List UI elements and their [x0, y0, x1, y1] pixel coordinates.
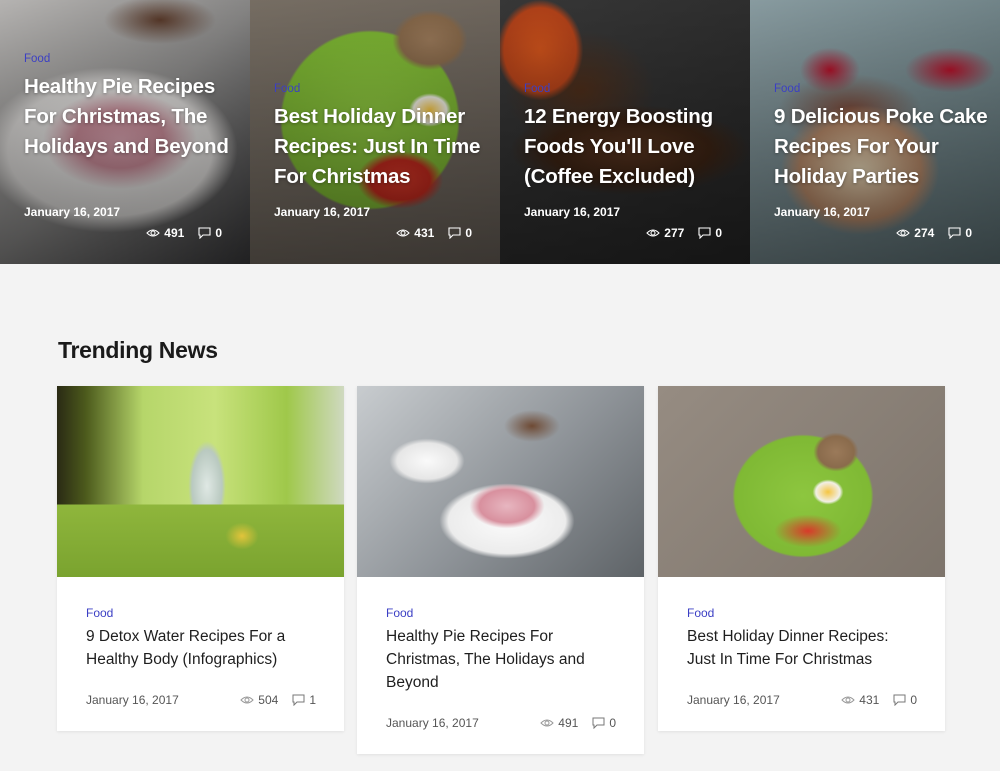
views-value: 274 [914, 226, 935, 240]
post-date: January 16, 2017 [774, 205, 871, 219]
category-link[interactable]: Food [687, 606, 714, 620]
comments-value: 0 [215, 226, 222, 240]
trending-post-card[interactable]: Food Best Holiday Dinner Recipes: Just I… [658, 386, 945, 731]
views-count: 504 [240, 693, 278, 707]
pie-slice-photo[interactable] [357, 386, 644, 577]
comment-icon [948, 227, 961, 239]
comments-count[interactable]: 0 [893, 693, 917, 707]
eye-icon [646, 229, 661, 237]
eye-icon [240, 696, 254, 704]
views-count: 491 [540, 716, 578, 730]
post-title[interactable]: 12 Energy Boosting Foods You'll Love (Co… [524, 102, 740, 192]
post-title[interactable]: Healthy Pie Recipes For Christmas, The H… [24, 72, 240, 162]
comments-count[interactable]: 0 [448, 226, 472, 240]
views-count: 431 [841, 693, 879, 707]
eye-icon [841, 696, 855, 704]
post-meta: 504 1 [240, 693, 316, 707]
section-heading: Trending News [58, 337, 218, 363]
trending-post-card[interactable]: Food 9 Detox Water Recipes For a Healthy… [57, 386, 344, 731]
comments-value: 0 [609, 716, 616, 730]
green-plate-dinner-photo[interactable] [658, 386, 945, 577]
views-count: 277 [646, 226, 684, 240]
category-link[interactable]: Food [774, 83, 800, 95]
comments-value: 0 [465, 226, 472, 240]
views-value: 504 [258, 693, 279, 707]
post-meta: 431 0 [396, 226, 472, 240]
views-value: 491 [164, 226, 185, 240]
eye-icon [146, 229, 161, 237]
eye-icon [896, 229, 911, 237]
comments-count[interactable]: 0 [592, 716, 616, 730]
comments-value: 0 [715, 226, 722, 240]
category-link[interactable]: Food [86, 606, 113, 620]
category-link[interactable]: Food [386, 606, 413, 620]
comments-value: 0 [965, 226, 972, 240]
post-meta: 491 0 [146, 226, 222, 240]
post-meta: 277 0 [646, 226, 722, 240]
category-link[interactable]: Food [274, 83, 300, 95]
comments-count[interactable]: 0 [198, 226, 222, 240]
comments-count[interactable]: 1 [292, 693, 316, 707]
views-value: 431 [859, 693, 880, 707]
views-value: 431 [414, 226, 435, 240]
comment-icon [292, 694, 305, 706]
post-title[interactable]: Healthy Pie Recipes For Christmas, The H… [386, 625, 616, 694]
views-value: 277 [664, 226, 685, 240]
featured-posts-strip: Food Healthy Pie Recipes For Christmas, … [0, 0, 1000, 264]
category-link[interactable]: Food [24, 53, 50, 65]
trending-post-card[interactable]: Food Healthy Pie Recipes For Christmas, … [357, 386, 644, 754]
post-meta: 274 0 [896, 226, 972, 240]
featured-post-card[interactable]: Food 9 Delicious Poke Cake Recipes For Y… [750, 0, 1000, 264]
featured-post-card[interactable]: Food 12 Energy Boosting Foods You'll Lov… [500, 0, 750, 264]
comment-icon [698, 227, 711, 239]
post-meta: 491 0 [540, 716, 616, 730]
comments-count[interactable]: 0 [948, 226, 972, 240]
views-count: 431 [396, 226, 434, 240]
comment-icon [198, 227, 211, 239]
post-date: January 16, 2017 [386, 716, 479, 730]
post-date: January 16, 2017 [687, 693, 780, 707]
views-value: 491 [558, 716, 579, 730]
comments-count[interactable]: 0 [698, 226, 722, 240]
post-date: January 16, 2017 [524, 205, 621, 219]
post-title[interactable]: 9 Detox Water Recipes For a Healthy Body… [86, 625, 316, 671]
category-link[interactable]: Food [524, 83, 550, 95]
comment-icon [592, 717, 605, 729]
post-title[interactable]: Best Holiday Dinner Recipes: Just In Tim… [687, 625, 917, 671]
views-count: 491 [146, 226, 184, 240]
detox-water-photo[interactable] [57, 386, 344, 577]
eye-icon [540, 719, 554, 727]
comment-icon [448, 227, 461, 239]
post-title[interactable]: 9 Delicious Poke Cake Recipes For Your H… [774, 102, 990, 192]
post-date: January 16, 2017 [86, 693, 179, 707]
views-count: 274 [896, 226, 934, 240]
post-title[interactable]: Best Holiday Dinner Recipes: Just In Tim… [274, 102, 490, 192]
comments-value: 1 [309, 693, 316, 707]
comment-icon [893, 694, 906, 706]
featured-post-card[interactable]: Food Healthy Pie Recipes For Christmas, … [0, 0, 250, 264]
eye-icon [396, 229, 411, 237]
post-date: January 16, 2017 [24, 205, 121, 219]
featured-post-card[interactable]: Food Best Holiday Dinner Recipes: Just I… [250, 0, 500, 264]
post-date: January 16, 2017 [274, 205, 371, 219]
comments-value: 0 [910, 693, 917, 707]
post-meta: 431 0 [841, 693, 917, 707]
